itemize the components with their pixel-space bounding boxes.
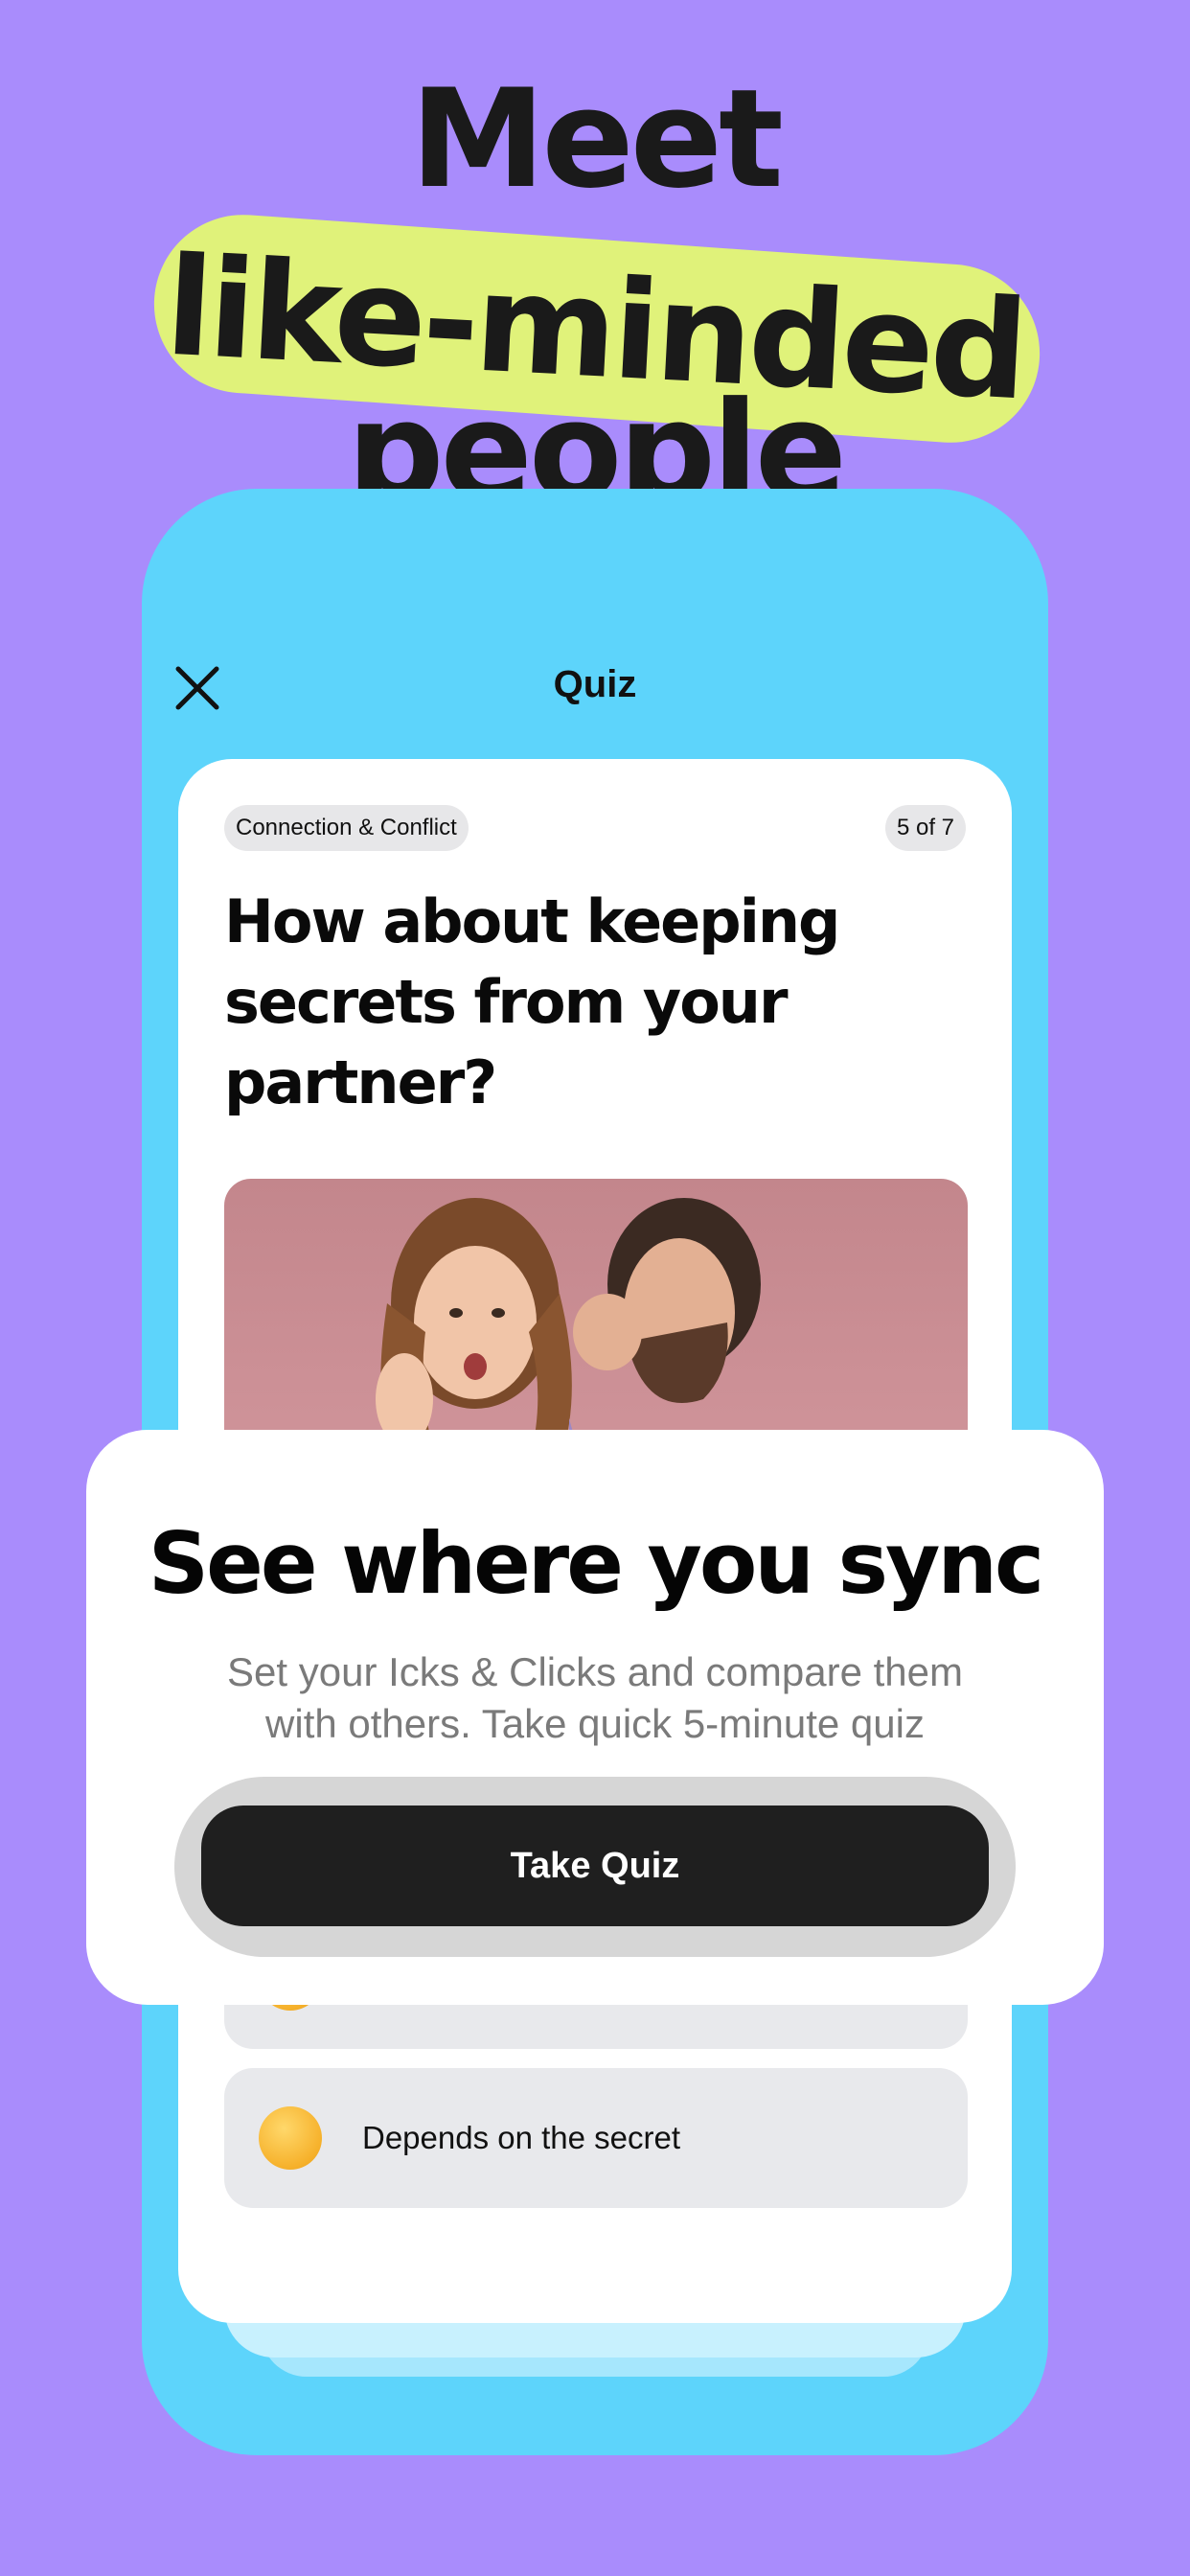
- overlay-title: See where you sync: [148, 1514, 1044, 1613]
- quiz-title: Quiz: [553, 663, 637, 705]
- headline-line-1: Meet: [410, 60, 784, 218]
- thinking-face-emoji-icon: [259, 2106, 322, 2170]
- category-chip: Connection & Conflict: [224, 805, 469, 851]
- overlay-subtitle: Set your Icks & Clicks and compare them …: [227, 1649, 963, 1746]
- answer-option[interactable]: Depends on the secret: [224, 2068, 968, 2208]
- sync-overlay-panel: See where you sync Set your Icks & Click…: [86, 1430, 1104, 2005]
- take-quiz-button[interactable]: Take Quiz: [201, 1806, 989, 1926]
- answer-label: Depends on the secret: [362, 2120, 681, 2155]
- progress-chip: 5 of 7: [884, 805, 966, 851]
- quiz-header: Quiz: [142, 642, 1048, 738]
- question-text: How about keeping secrets from your part…: [224, 886, 840, 1117]
